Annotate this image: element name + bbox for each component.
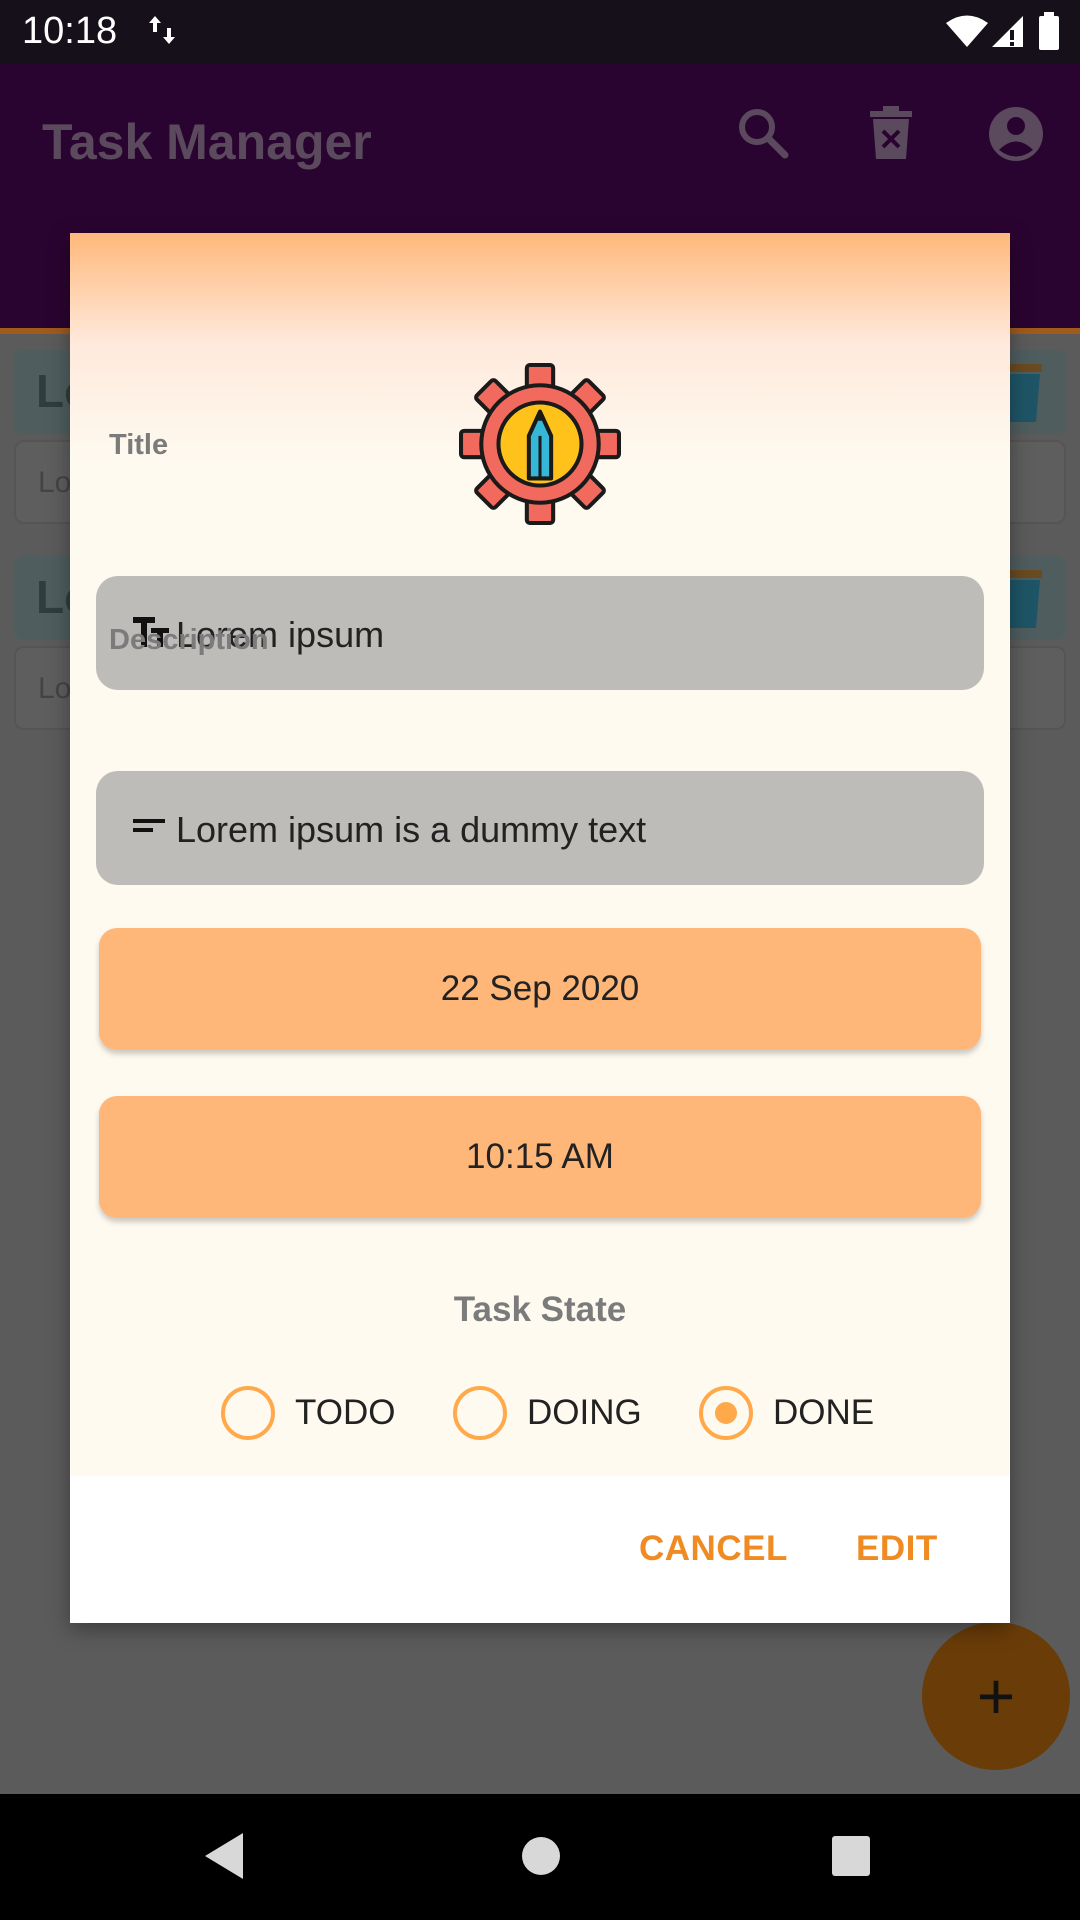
delete-all-icon[interactable] [866, 105, 916, 166]
navigation-bar [0, 1794, 1080, 1920]
task-description: Lo [38, 466, 72, 499]
edit-button[interactable]: EDIT [856, 1529, 938, 1569]
description-input[interactable]: Lorem ipsum is a dummy text [176, 809, 646, 851]
time-picker-button[interactable]: 10:15 AM [99, 1096, 981, 1218]
radio-selected-dot [715, 1402, 737, 1424]
state-label: DOING [527, 1393, 642, 1432]
state-radio-done[interactable]: DONE [699, 1386, 879, 1440]
wifi-icon [945, 14, 989, 53]
status-bar: 10:18 [0, 0, 1080, 63]
search-icon[interactable] [735, 105, 791, 166]
battery-icon [1038, 12, 1060, 55]
cancel-button[interactable]: CANCEL [639, 1529, 788, 1569]
add-task-button[interactable]: + [922, 1622, 1070, 1770]
back-icon[interactable] [203, 1831, 247, 1886]
edit-task-dialog: Title Lorem ipsum Description Lorem ipsu… [70, 233, 1010, 1623]
radio-unchecked-icon[interactable] [453, 1386, 507, 1440]
dialog-content: Title Lorem ipsum Description Lorem ipsu… [70, 233, 1010, 1476]
app-title: Task Manager [42, 114, 372, 170]
recents-icon[interactable] [830, 1831, 872, 1886]
cellular-signal-icon [990, 14, 1024, 53]
task-state-title: Task State [453, 1290, 627, 1329]
home-icon[interactable] [521, 1831, 561, 1886]
account-icon[interactable] [987, 105, 1045, 168]
radio-checked-icon[interactable] [699, 1386, 753, 1440]
state-radio-todo[interactable]: TODO [221, 1386, 395, 1440]
state-label: DONE [773, 1393, 875, 1432]
radio-unchecked-icon[interactable] [221, 1386, 275, 1440]
description-field[interactable]: Lorem ipsum is a dummy text [96, 771, 984, 885]
gear-pencil-icon [459, 363, 621, 525]
task-description: Lo [38, 672, 72, 705]
date-picker-button[interactable]: 22 Sep 2020 [99, 928, 981, 1050]
time-value: 10:15 AM [466, 1137, 614, 1176]
status-time: 10:18 [22, 10, 118, 52]
title-label: Title [109, 429, 169, 461]
state-label: TODO [295, 1393, 396, 1432]
description-label: Description [109, 624, 269, 656]
state-radio-doing[interactable]: DOING [453, 1386, 643, 1440]
add-icon: + [976, 1659, 1016, 1733]
date-value: 22 Sep 2020 [440, 969, 640, 1008]
short-text-icon [132, 811, 166, 846]
data-transfer-icon [147, 12, 177, 53]
